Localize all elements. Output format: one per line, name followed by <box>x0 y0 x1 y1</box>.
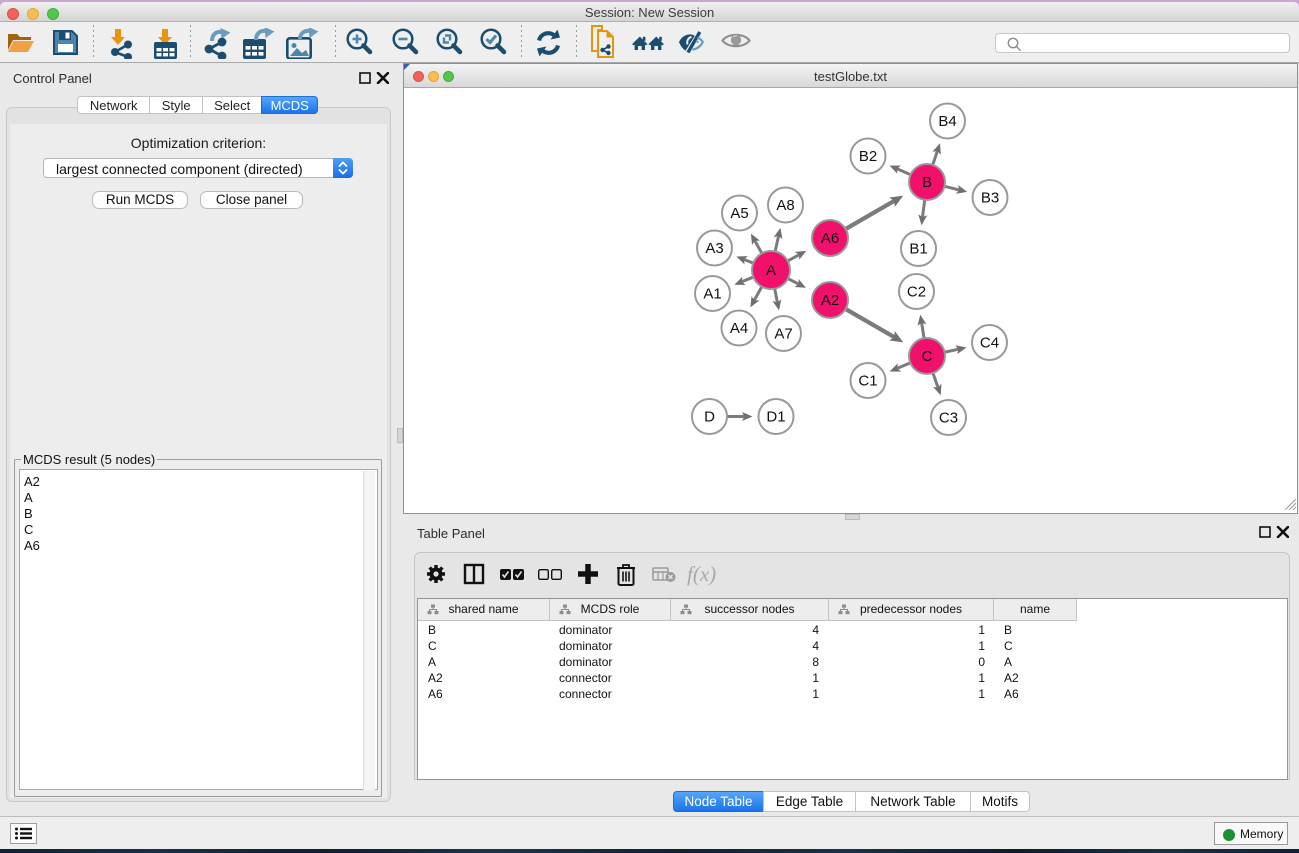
svg-text:A2: A2 <box>821 292 839 309</box>
svg-text:C2: C2 <box>907 284 926 301</box>
svg-text:B: B <box>922 174 932 191</box>
svg-text:B3: B3 <box>981 190 999 207</box>
svg-text:C: C <box>922 348 933 365</box>
svg-text:C3: C3 <box>939 410 958 427</box>
svg-text:A7: A7 <box>774 326 792 343</box>
svg-text:A1: A1 <box>703 286 721 303</box>
svg-text:D: D <box>704 409 715 426</box>
svg-text:A6: A6 <box>821 230 839 247</box>
svg-text:A3: A3 <box>705 240 723 257</box>
svg-text:B4: B4 <box>938 113 956 130</box>
svg-text:A8: A8 <box>776 197 794 214</box>
svg-text:C1: C1 <box>858 373 877 390</box>
svg-text:C4: C4 <box>980 335 999 352</box>
svg-text:A4: A4 <box>730 320 748 337</box>
svg-text:B1: B1 <box>909 241 927 258</box>
svg-text:D1: D1 <box>766 409 785 426</box>
svg-text:A: A <box>766 262 776 279</box>
svg-text:A5: A5 <box>730 205 748 222</box>
svg-text:B2: B2 <box>859 148 877 165</box>
